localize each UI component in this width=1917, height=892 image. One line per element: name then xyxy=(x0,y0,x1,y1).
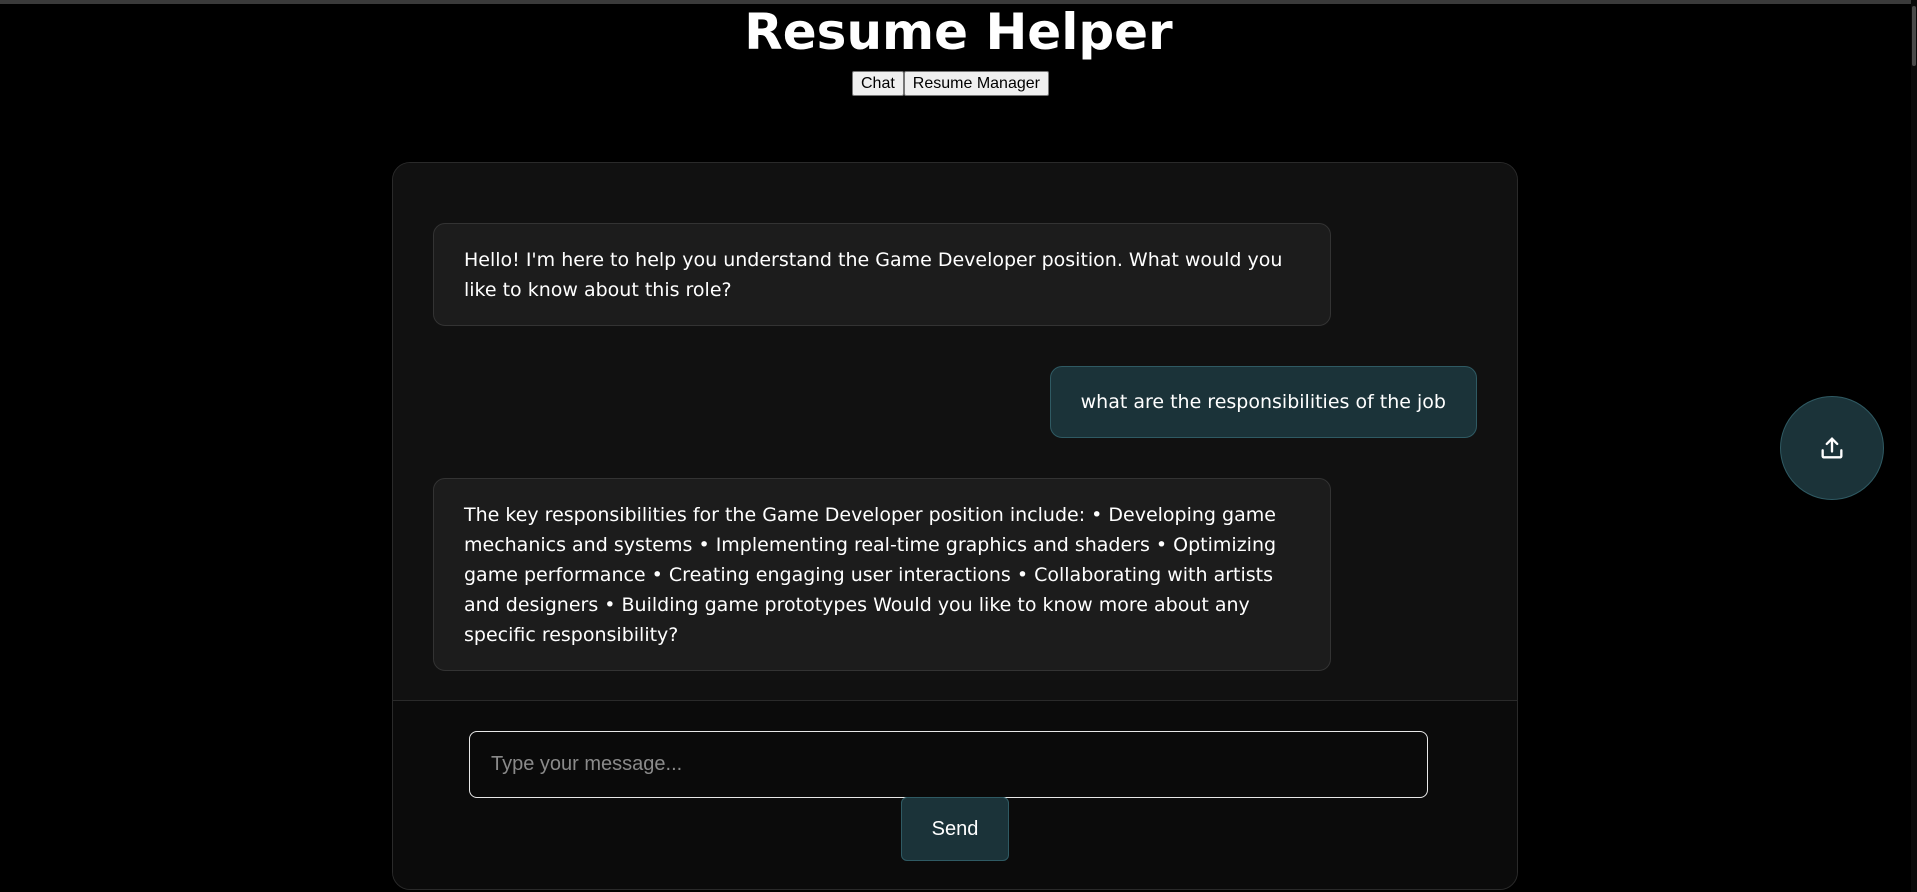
app-page: Resume Helper Chat Resume Manager Hello!… xyxy=(0,0,1917,892)
message-input[interactable] xyxy=(469,731,1428,798)
user-message: what are the responsibilities of the job xyxy=(1049,366,1477,438)
message-list[interactable]: Hello! I'm here to help you understand t… xyxy=(393,163,1517,700)
chat-panel: Hello! I'm here to help you understand t… xyxy=(392,162,1518,890)
send-button[interactable]: Send xyxy=(901,797,1009,861)
main-nav: Chat Resume Manager xyxy=(852,71,1049,96)
page-title: Resume Helper xyxy=(744,3,1173,61)
resume-manager-nav-button[interactable]: Resume Manager xyxy=(903,71,1049,96)
bot-message: The key responsibilities for the Game De… xyxy=(433,478,1331,671)
composer: Send xyxy=(393,700,1517,889)
upload-icon xyxy=(1821,437,1843,459)
scrollbar-thumb[interactable] xyxy=(1912,6,1916,66)
upload-button[interactable] xyxy=(1780,396,1884,500)
bot-message: Hello! I'm here to help you understand t… xyxy=(433,223,1331,326)
chat-nav-button[interactable]: Chat xyxy=(852,71,904,96)
page-scrollbar[interactable] xyxy=(1911,0,1917,892)
